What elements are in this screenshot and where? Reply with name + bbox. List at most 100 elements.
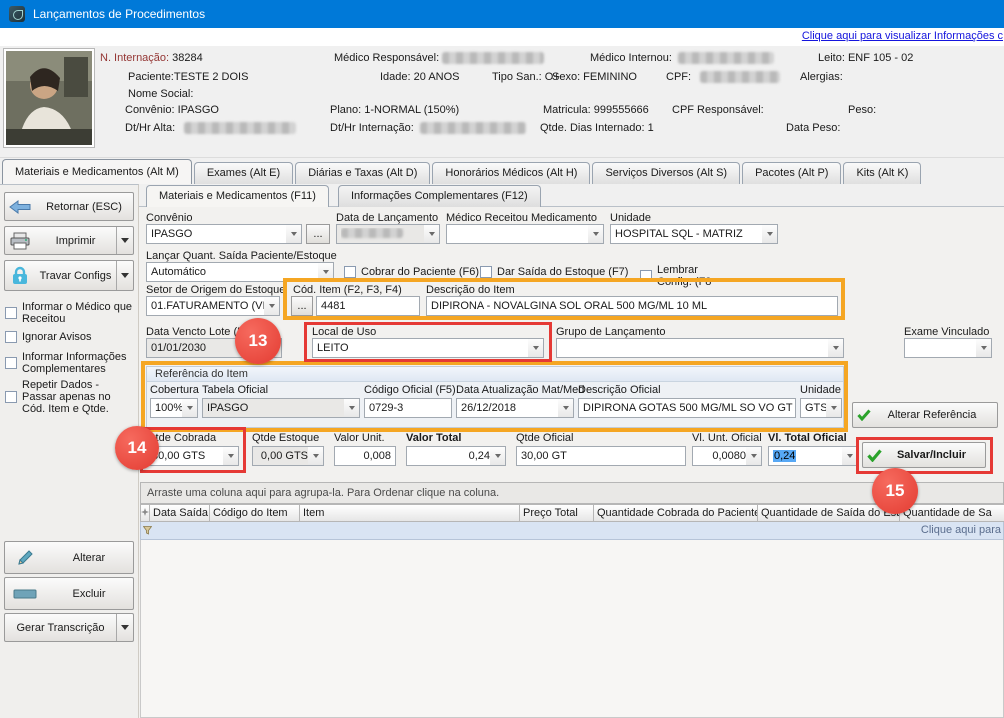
nome-social-label: Nome Social:: [128, 88, 193, 100]
tipo-sanguineo-value: Tipo San.: O+: [492, 71, 560, 83]
checkbox-cobrar-paciente[interactable]: Cobrar do Paciente (F6): [344, 266, 479, 278]
cod-item-label: Cód. Item (F2, F3, F4): [293, 284, 402, 296]
column-header-preco-total[interactable]: Preço Total: [520, 504, 594, 522]
lock-icon: [5, 266, 35, 286]
checkbox-informar-medico[interactable]: Informar o Médico que Receitou: [5, 301, 135, 325]
column-header-item[interactable]: Item: [300, 504, 520, 522]
alergias-label: Alergias:: [800, 71, 843, 83]
salvar-incluir-button[interactable]: Salvar/Incluir: [862, 442, 986, 468]
qtde-estoque-select[interactable]: 0,00 GTS: [252, 446, 324, 466]
data-vencto-lote-label: Data Vencto Lote (F: [146, 326, 244, 338]
title-bar: Lançamentos de Procedimentos: [0, 0, 1004, 28]
chevron-down-icon: [762, 225, 777, 243]
cpf-label: CPF:: [666, 71, 691, 83]
vl-total-oficial-select[interactable]: 0,24: [768, 446, 858, 466]
tab-kits[interactable]: Kits (Alt K): [843, 162, 921, 184]
grid-empty-area[interactable]: [140, 540, 1004, 718]
link-bar: Clique aqui para visualizar Informações …: [0, 28, 1004, 46]
travar-configs-dropdown[interactable]: [116, 261, 133, 290]
qtde-cobrada-select[interactable]: 30,00 GTS: [147, 446, 239, 466]
grid-group-hint: Arraste uma coluna aqui para agrupa-la. …: [147, 487, 499, 499]
vl-unt-oficial-select[interactable]: 0,0080: [692, 446, 762, 466]
checkbox-lembrar-config[interactable]: Lembrar Config. (F8: [640, 264, 718, 288]
internacao-number: N. Internação: 38284: [100, 52, 203, 64]
valor-unit-input[interactable]: 0,008: [334, 446, 396, 466]
data-atualizacao-select[interactable]: 26/12/2018: [456, 398, 574, 418]
column-header-data-saida[interactable]: Data Saída: [150, 504, 210, 522]
local-uso-select[interactable]: LEITO: [312, 338, 544, 358]
salvar-incluir-label: Salvar/Incluir: [882, 449, 981, 461]
medico-receitou-select[interactable]: [446, 224, 604, 244]
imprimir-dropdown[interactable]: [116, 227, 133, 254]
column-header-qtd-cobrada-paciente[interactable]: Quantidade Cobrada do Paciente: [594, 504, 758, 522]
chevron-down-icon: [286, 225, 301, 243]
checkbox-ignorar-avisos[interactable]: Ignorar Avisos: [5, 331, 135, 343]
grid-group-panel[interactable]: Arraste uma coluna aqui para agrupa-la. …: [140, 482, 1004, 504]
data-atualizacao-label: Data Atualização Mat/Med: [456, 384, 584, 396]
lancar-quant-select[interactable]: Automático: [146, 262, 334, 282]
checkbox-dar-saida[interactable]: Dar Saída do Estoque (F7): [480, 266, 628, 278]
column-header-codigo-item[interactable]: Código do Item: [210, 504, 300, 522]
column-header-qtd-sa[interactable]: Quantidade de Sa: [900, 504, 1004, 522]
tab-servicos-diversos[interactable]: Serviços Diversos (Alt S): [592, 162, 740, 184]
redacted-cpf: [700, 71, 780, 83]
lancamentos-window: Lançamentos de Procedimentos Clique aqui…: [0, 0, 1004, 718]
tab-honorarios-medicos[interactable]: Honorários Médicos (Alt H): [432, 162, 590, 184]
setor-origem-select[interactable]: 01.FATURAMENTO (VIR: [146, 296, 280, 316]
travar-configs-button[interactable]: Travar Configs: [4, 260, 134, 291]
checkbox-label: Ignorar Avisos: [22, 331, 92, 343]
checkbox-repetir-dados[interactable]: Repetir Dados - Passar apenas no Cód. It…: [5, 379, 133, 415]
grupo-lancamento-select[interactable]: [556, 338, 844, 358]
data-lancamento-select[interactable]: [336, 224, 440, 244]
chevron-down-icon: [588, 225, 603, 243]
alterar-referencia-button[interactable]: Alterar Referência: [852, 402, 998, 428]
valor-total-label: Valor Total: [406, 432, 461, 444]
cobertura-select[interactable]: 100%: [150, 398, 198, 418]
gerar-transcricao-button[interactable]: Gerar Transcrição: [4, 613, 134, 642]
referencia-groupbox: Referência do Item: [146, 366, 844, 428]
checkbox-informar-informacoes[interactable]: Informar Informações Complementares: [5, 351, 137, 375]
window-title: Lançamentos de Procedimentos: [33, 7, 205, 21]
retornar-button[interactable]: Retornar (ESC): [4, 192, 134, 221]
visualizar-informacoes-link[interactable]: Clique aqui para visualizar Informações …: [802, 30, 1003, 42]
tab-materiais-medicamentos[interactable]: Materiais e Medicamentos (Alt M): [2, 159, 192, 184]
tab-materiais-f11[interactable]: Materiais e Medicamentos (F11): [146, 185, 329, 207]
alterar-button[interactable]: Alterar: [4, 541, 134, 574]
excluir-button[interactable]: Excluir: [4, 577, 134, 610]
convenio-select[interactable]: IPASGO: [146, 224, 302, 244]
tabela-oficial-select[interactable]: IPASGO: [202, 398, 360, 418]
cod-item-input[interactable]: 4481: [316, 296, 420, 316]
plano-value: Plano: 1-NORMAL (150%): [330, 104, 459, 116]
unidade-oficial-select[interactable]: GTS: [800, 398, 842, 418]
qtde-oficial-input[interactable]: 30,00 GT: [516, 446, 686, 466]
grid-filter-row[interactable]: Clique aqui para: [140, 522, 1004, 540]
vl-total-oficial-label: Vl. Total Oficial: [768, 432, 847, 444]
cod-item-browse-button[interactable]: ...: [291, 296, 313, 316]
tab-diarias-taxas[interactable]: Diárias e Taxas (Alt D): [295, 162, 430, 184]
valor-total-select[interactable]: 0,24: [406, 446, 506, 466]
medico-receitou-label: Médico Receitou Medicamento: [446, 212, 597, 224]
travar-configs-label: Travar Configs: [35, 270, 116, 282]
unidade-select[interactable]: HOSPITAL SQL - MATRIZ: [610, 224, 778, 244]
descricao-item-input[interactable]: DIPIRONA - NOVALGINA SOL ORAL 500 MG/ML …: [426, 296, 838, 316]
descricao-oficial-input[interactable]: DIPIRONA GOTAS 500 MG/ML SO VO GT: [578, 398, 796, 418]
tab-informacoes-f12[interactable]: Informações Complementares (F12): [338, 185, 541, 207]
tab-pacotes[interactable]: Pacotes (Alt P): [742, 162, 841, 184]
gerar-transcricao-dropdown[interactable]: [116, 614, 133, 641]
convenio-browse-button[interactable]: ...: [306, 224, 330, 244]
exame-vinculado-select[interactable]: [904, 338, 992, 358]
qtde-oficial-label: Qtde Oficial: [516, 432, 573, 444]
idade-value: Idade: 20 ANOS: [380, 71, 460, 83]
data-lancamento-label: Data de Lançamento: [336, 212, 438, 224]
codigo-oficial-input[interactable]: 0729-3: [364, 398, 452, 418]
excluir-label: Excluir: [45, 588, 133, 600]
imprimir-button[interactable]: Imprimir: [4, 226, 134, 255]
data-vencto-lote-input[interactable]: 01/01/2030: [146, 338, 282, 358]
tab-exames[interactable]: Exames (Alt E): [194, 162, 293, 184]
medico-internou-label: Médico Internou:: [590, 52, 672, 64]
descricao-item-label: Descrição do Item: [426, 284, 515, 296]
checkbox-icon: [5, 357, 17, 369]
column-header-qtd-saida-estoque[interactable]: Quantidade de Saída do Estoque: [758, 504, 900, 522]
chevron-down-icon: [182, 399, 197, 417]
descricao-oficial-label: Descrição Oficial: [578, 384, 661, 396]
